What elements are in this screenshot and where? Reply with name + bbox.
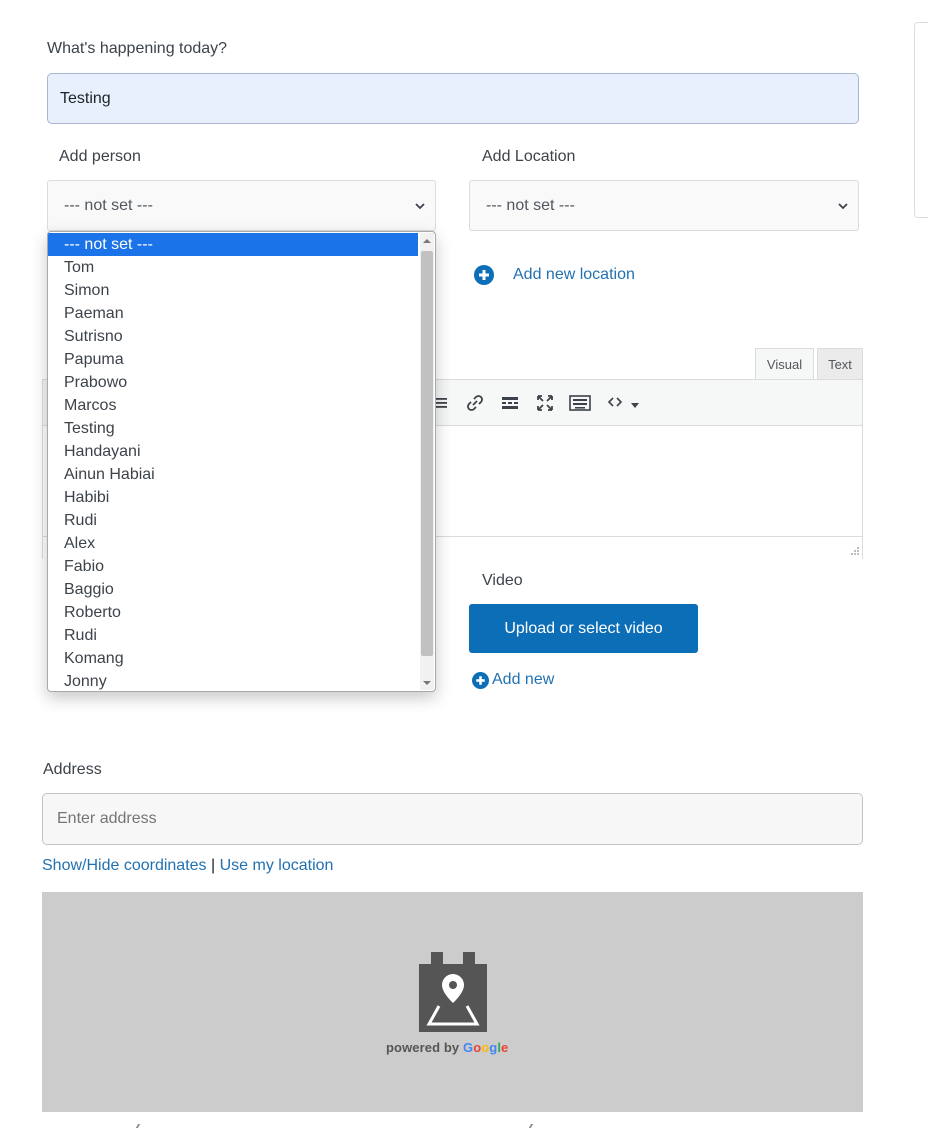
dropdown-option[interactable]: Rudi	[48, 509, 435, 532]
google-logo: Google	[463, 1040, 508, 1055]
dropdown-option[interactable]: Roberto	[48, 601, 435, 624]
add-new-video-link[interactable]: Add new	[472, 671, 554, 689]
add-person-select[interactable]: --- not set ---	[47, 180, 436, 231]
dropdown-option[interactable]: Habibi	[48, 486, 435, 509]
plus-circle-icon	[474, 265, 494, 285]
dropdown-option[interactable]: Tom	[48, 256, 435, 279]
option-list: --- not set --- Tom Simon Paeman Sutrisno Pap…	[48, 232, 435, 691]
upload-video-button[interactable]: Upload or select video	[469, 604, 698, 653]
use-my-location-link[interactable]: Use my location	[220, 857, 334, 874]
dropdown-option[interactable]: Marcos	[48, 394, 435, 417]
dropdown-option[interactable]: Fabio	[48, 555, 435, 578]
add-person-selected: --- not set ---	[64, 196, 153, 214]
tab-visual[interactable]: Visual	[755, 348, 814, 380]
add-location-label: Add Location	[482, 148, 576, 165]
dropdown-option[interactable]: Testing	[48, 417, 435, 440]
scrollbar[interactable]	[420, 233, 434, 690]
dropdown-option[interactable]: Papuma	[48, 348, 435, 371]
bottom-mark	[528, 1124, 534, 1128]
address-input[interactable]	[42, 793, 863, 845]
video-label: Video	[482, 572, 523, 589]
add-new-location-link[interactable]: Add new location	[474, 265, 635, 285]
add-location-selected: --- not set ---	[486, 196, 575, 214]
dropdown-option[interactable]: Rudi	[48, 624, 435, 647]
dropdown-option[interactable]: Alex	[48, 532, 435, 555]
dropdown-option[interactable]: Jonny	[48, 670, 435, 691]
resize-handle-icon[interactable]	[849, 545, 859, 555]
chevron-down-icon	[838, 202, 848, 209]
add-new-location-text: Add new location	[513, 266, 635, 283]
add-new-video-text: Add new	[492, 671, 555, 688]
whats-happening-label: What's happening today?	[47, 40, 228, 57]
fullscreen-icon[interactable]	[534, 392, 556, 414]
side-card	[914, 22, 928, 218]
dropdown-option[interactable]: Sutrisno	[48, 325, 435, 348]
whats-happening-value: Testing	[60, 89, 111, 107]
scroll-up-arrow-icon[interactable]	[420, 235, 434, 247]
plus-circle-icon	[472, 671, 489, 689]
dropdown-option[interactable]: Handayani	[48, 440, 435, 463]
google-logo-letter: e	[501, 1040, 509, 1055]
read-more-icon[interactable]	[499, 392, 521, 414]
dropdown-option[interactable]: Paeman	[48, 302, 435, 325]
link-icon[interactable]	[464, 392, 486, 414]
dropdown-option[interactable]: Prabowo	[48, 371, 435, 394]
bottom-mark	[135, 1124, 141, 1128]
address-links: Show/Hide coordinates | Use my location	[42, 857, 333, 875]
dropdown-option[interactable]: Komang	[48, 647, 435, 670]
dropdown-option[interactable]: Ainun Habiai	[48, 463, 435, 486]
tab-text[interactable]: Text	[817, 348, 863, 379]
show-hide-coordinates-link[interactable]: Show/Hide coordinates	[42, 857, 207, 874]
scrollbar-thumb[interactable]	[421, 251, 433, 656]
scroll-down-arrow-icon[interactable]	[420, 677, 434, 689]
keyboard-icon[interactable]	[569, 392, 591, 414]
code-dropdown-icon[interactable]	[606, 392, 642, 414]
dropdown-option[interactable]: --- not set ---	[48, 233, 418, 256]
chevron-down-icon	[415, 202, 425, 209]
add-location-select[interactable]: --- not set ---	[469, 180, 859, 231]
map-placeholder[interactable]: powered by Google	[42, 892, 863, 1112]
add-person-dropdown-list[interactable]: --- not set --- Tom Simon Paeman Sutrisno Pap…	[47, 231, 436, 692]
map-pin-icon	[419, 952, 487, 1032]
google-logo-letter: G	[462, 1040, 474, 1055]
powered-by-text: powered by	[386, 1040, 460, 1055]
dropdown-option[interactable]: Baggio	[48, 578, 435, 601]
links-separator: |	[211, 857, 216, 874]
dropdown-option[interactable]: Simon	[48, 279, 435, 302]
add-person-label: Add person	[59, 148, 141, 165]
powered-by-google: powered by Google	[386, 1040, 508, 1055]
whats-happening-input[interactable]: Testing	[47, 73, 859, 124]
address-label: Address	[43, 761, 102, 778]
